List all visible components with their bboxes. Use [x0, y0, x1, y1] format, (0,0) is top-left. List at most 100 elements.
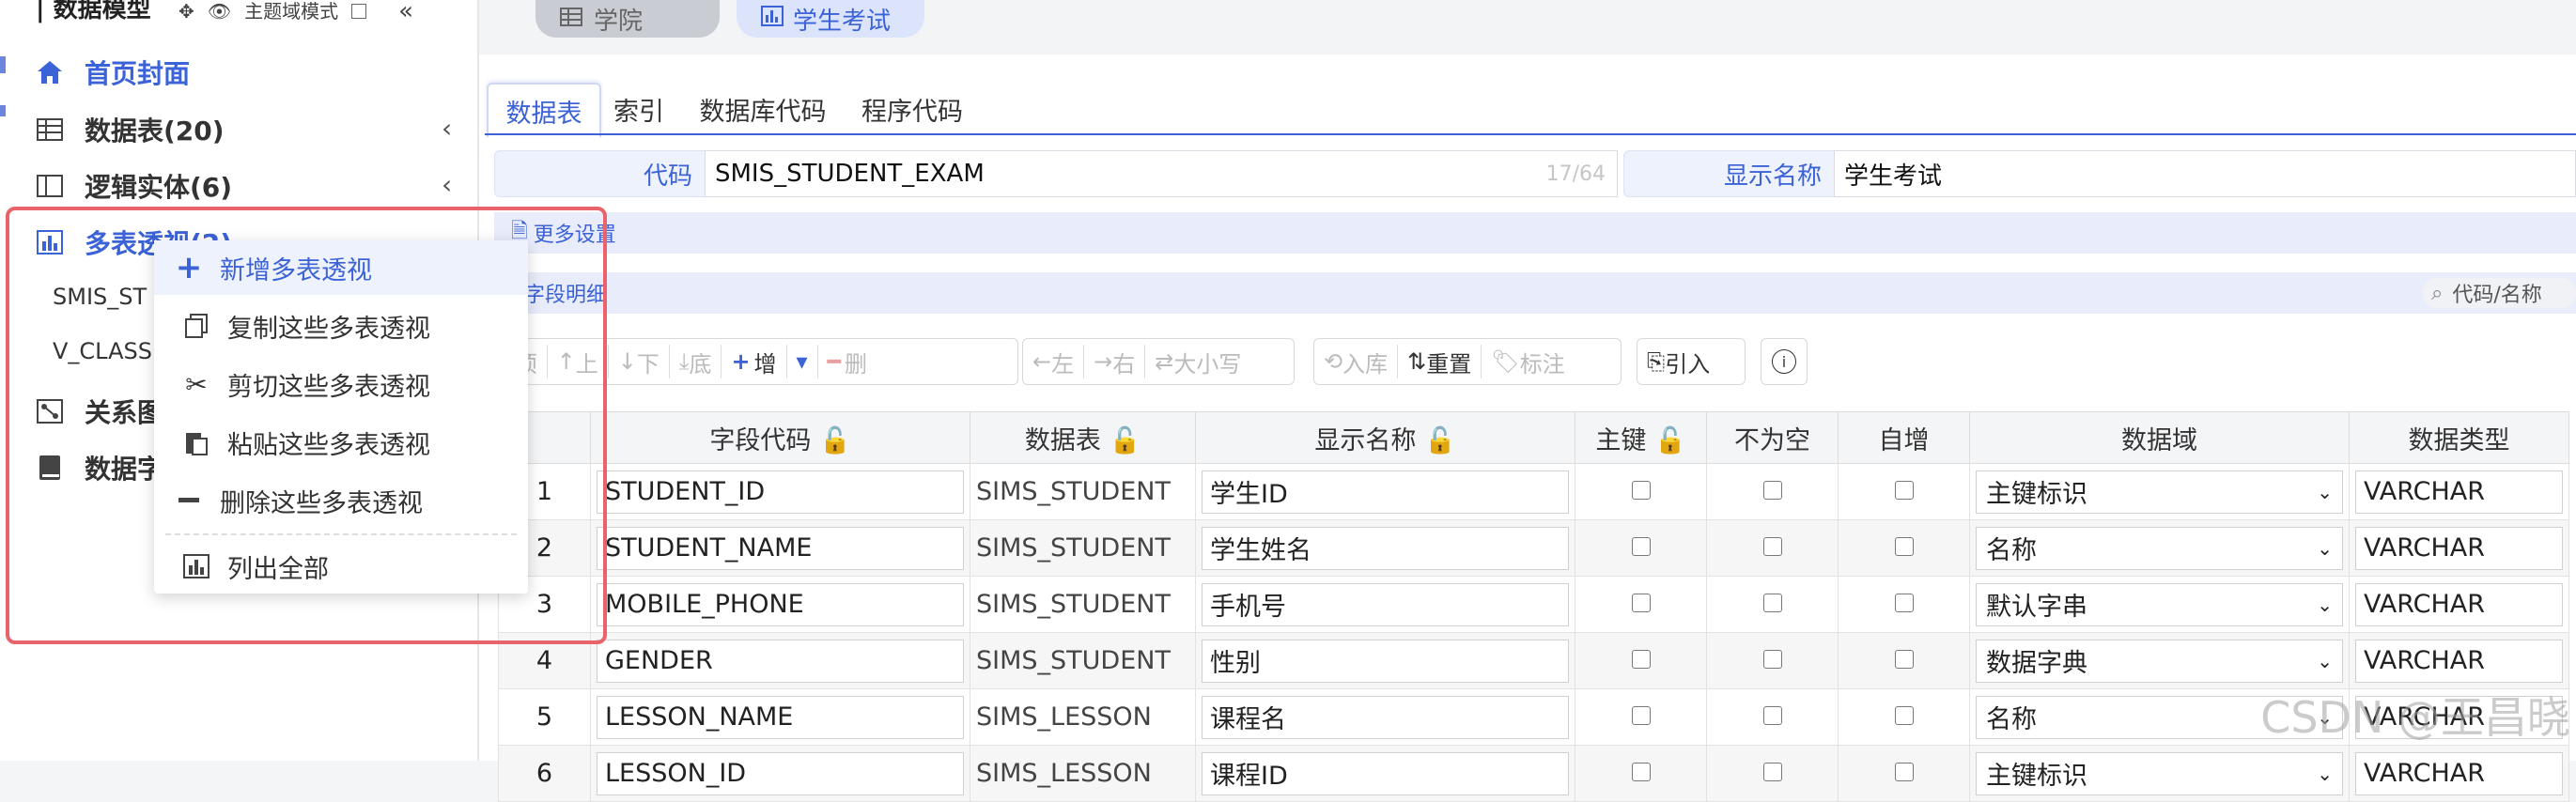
not-null-checkbox[interactable]	[1706, 745, 1839, 802]
column-header[interactable]: 字段代码 🔓	[590, 411, 970, 464]
move-icon[interactable]: ✥	[178, 2, 194, 21]
not-null-checkbox[interactable]	[1706, 688, 1839, 746]
chevron-left-icon[interactable]: ‹	[442, 169, 452, 200]
primary-key-checkbox[interactable]	[1575, 463, 1707, 520]
unlock-icon: 🔓	[1653, 425, 1686, 455]
column-header[interactable]: 自增	[1838, 411, 1970, 464]
auto-increment-checkbox[interactable]	[1838, 688, 1970, 746]
move-bottom-button[interactable]: ⤓ 底	[670, 339, 722, 384]
table-header: 字段代码 🔓 数据表 🔓 显示名称 🔓 主键 🔓 不为空 自增 数据域 数据类型	[498, 411, 2569, 464]
domain-select[interactable]: 默认字串 ⌄	[1969, 576, 2350, 633]
display-name-cell[interactable]: 课程名	[1195, 688, 1575, 746]
sidebar-item-home[interactable]: 首页封面	[34, 52, 190, 93]
column-header[interactable]: 主键 🔓	[1575, 411, 1707, 464]
auto-increment-checkbox[interactable]	[1838, 519, 1970, 577]
sidebar-item-entities[interactable]: 逻辑实体(6)	[34, 165, 232, 207]
code-input[interactable]: SMIS_STUDENT_EXAM 17/64	[705, 150, 1618, 197]
display-name-label: 显示名称	[1623, 150, 1836, 197]
not-null-checkbox[interactable]	[1706, 519, 1839, 577]
move-down-button[interactable]: ↓ 下	[609, 339, 669, 384]
display-name-cell[interactable]: 手机号	[1195, 576, 1575, 633]
primary-key-checkbox[interactable]	[1575, 519, 1707, 577]
display-name-cell[interactable]: 课程ID	[1195, 745, 1575, 802]
chevron-left-icon[interactable]: ‹	[442, 113, 452, 144]
domain-select[interactable]: 数据字典 ⌄	[1969, 632, 2350, 689]
case-toggle-button[interactable]: ⇄ 大小写	[1145, 339, 1250, 384]
field-code-cell[interactable]: STUDENT_NAME	[590, 519, 970, 577]
not-null-checkbox[interactable]	[1706, 576, 1839, 633]
auto-increment-checkbox[interactable]	[1838, 632, 1970, 689]
window-tabbar: 学院 学生考试	[479, 0, 2576, 54]
move-left-button[interactable]: ← 左	[1023, 339, 1083, 384]
tab-underline	[485, 133, 2576, 135]
import-db-button[interactable]: ⟲ 入库	[1314, 339, 1397, 384]
table-name-cell: SIMS_STUDENT	[970, 576, 1196, 633]
table-name-cell: SIMS_STUDENT	[970, 519, 1196, 577]
primary-key-checkbox[interactable]	[1575, 632, 1707, 689]
table-row[interactable]: 1 STUDENT_ID SIMS_STUDENT 学生ID 主键标识 ⌄ VARCHAR	[498, 463, 2569, 520]
primary-key-checkbox[interactable]	[1575, 688, 1707, 746]
auto-increment-checkbox[interactable]	[1838, 576, 1970, 633]
table-row[interactable]: 3 MOBILE_PHONE SIMS_STUDENT 手机号 默认字串 ⌄ VARCHAR	[498, 576, 2569, 633]
theme-mode-checkbox[interactable]	[351, 4, 367, 19]
eye-icon[interactable]: 👁	[208, 2, 231, 21]
domain-select[interactable]: 主键标识 ⌄	[1969, 463, 2350, 520]
add-dropdown-button[interactable]: ▾	[787, 339, 817, 384]
data-type-cell[interactable]: VARCHAR	[2349, 632, 2569, 689]
row-number: 5	[498, 688, 591, 746]
search-input[interactable]: ⌕ 代码/名称	[2422, 278, 2576, 308]
table-row[interactable]: 2 STUDENT_NAME SIMS_STUDENT 学生姓名 名称 ⌄ VARCHAR	[498, 519, 2569, 577]
column-header[interactable]: 数据表 🔓	[970, 411, 1196, 464]
not-null-checkbox[interactable]	[1706, 463, 1839, 520]
domain-select[interactable]: 名称 ⌄	[1969, 519, 2350, 577]
field-code-cell[interactable]: GENDER	[590, 632, 970, 689]
auto-increment-checkbox[interactable]	[1838, 463, 1970, 520]
more-settings-bar[interactable]: 🗎 更多设置	[494, 212, 2576, 254]
table-row[interactable]: 4 GENDER SIMS_STUDENT 性别 数据字典 ⌄ VARCHAR	[498, 632, 2569, 689]
reset-button[interactable]: ⇅ 重置	[1398, 339, 1481, 384]
import-button[interactable]: ⎘ 引入	[1637, 339, 1719, 384]
sidebar-item-tables[interactable]: 数据表(20)	[34, 109, 225, 150]
table-row[interactable]: 5 LESSON_NAME SIMS_LESSON 课程名 名称 ⌄ VARCHAR	[498, 688, 2569, 746]
primary-key-checkbox[interactable]	[1575, 745, 1707, 802]
domain-select[interactable]: 主键标识 ⌄	[1969, 745, 2350, 802]
column-header[interactable]: 显示名称 🔓	[1195, 411, 1575, 464]
table-row[interactable]: 6 LESSON_ID SIMS_LESSON 课程ID 主键标识 ⌄ VARCHAR	[498, 745, 2569, 802]
collapse-sidebar-icon[interactable]: «	[398, 0, 413, 23]
table-name-cell: SIMS_LESSON	[970, 745, 1196, 802]
auto-increment-checkbox[interactable]	[1838, 745, 1970, 802]
display-name-cell[interactable]: 性别	[1195, 632, 1575, 689]
row-number: 6	[498, 745, 591, 802]
tab-program-code[interactable]: 程序代码	[849, 83, 975, 135]
tab-student-exam[interactable]: 学生考试	[737, 0, 924, 38]
data-type-cell[interactable]: VARCHAR	[2349, 745, 2569, 802]
tab-college[interactable]: 学院	[535, 0, 720, 38]
display-name-input[interactable]: 学生考试	[1834, 150, 2576, 197]
tab-index[interactable]: 索引	[601, 83, 676, 135]
column-header[interactable]: 不为空	[1706, 411, 1839, 464]
field-code-cell[interactable]: LESSON_ID	[590, 745, 970, 802]
field-code-cell[interactable]: STUDENT_ID	[590, 463, 970, 520]
highlight-box	[6, 207, 607, 644]
display-name-cell[interactable]: 学生姓名	[1195, 519, 1575, 577]
mark-button[interactable]: 🏷 标注	[1482, 339, 1574, 384]
tab-datatable[interactable]: 数据表	[487, 83, 601, 137]
data-type-cell[interactable]: VARCHAR	[2349, 463, 2569, 520]
not-null-checkbox[interactable]	[1706, 632, 1839, 689]
display-name-cell[interactable]: 学生ID	[1195, 463, 1575, 520]
primary-key-checkbox[interactable]	[1575, 576, 1707, 633]
delete-row-button[interactable]: ━ 删	[818, 339, 877, 384]
field-code-cell[interactable]: MOBILE_PHONE	[590, 576, 970, 633]
active-indicator	[0, 56, 6, 73]
data-type-cell[interactable]: VARCHAR	[2349, 519, 2569, 577]
add-row-button[interactable]: + 增	[722, 339, 785, 384]
chevron-down-icon: ⌄	[2317, 593, 2333, 616]
column-header[interactable]: 数据类型	[2349, 411, 2569, 464]
field-code-cell[interactable]: LESSON_NAME	[590, 688, 970, 746]
active-indicator	[0, 105, 6, 116]
tab-db-code[interactable]: 数据库代码	[688, 83, 838, 135]
move-right-button[interactable]: → 右	[1084, 339, 1144, 384]
column-header[interactable]: 数据域	[1969, 411, 2350, 464]
data-type-cell[interactable]: VARCHAR	[2349, 576, 2569, 633]
info-button[interactable]: i	[1761, 338, 1808, 385]
